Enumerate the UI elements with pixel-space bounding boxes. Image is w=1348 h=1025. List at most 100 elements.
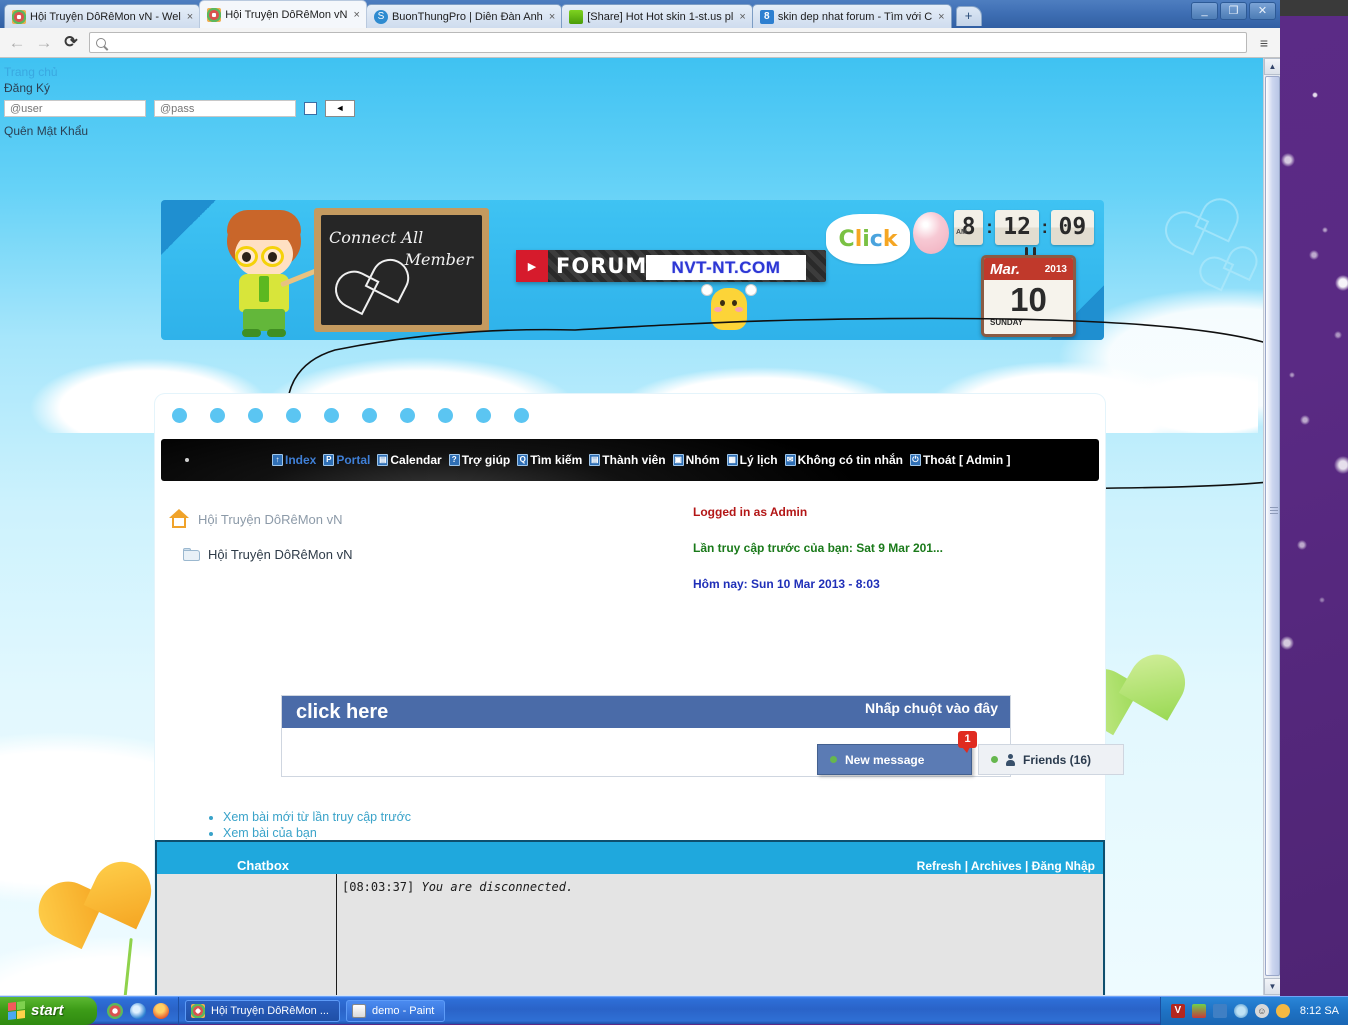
browser-tab-strip: Hội Truyện DôRêMon vN - Wel × Hội Truyện…	[0, 0, 1280, 28]
search-icon	[96, 38, 106, 48]
close-window-button[interactable]: ✕	[1249, 2, 1276, 20]
chatbox-links[interactable]: Refresh | Archives | Đăng Nhập	[917, 859, 1095, 873]
clock-separator: :	[1042, 217, 1048, 238]
chatbox-user-list	[157, 874, 337, 995]
windows-logo-icon	[8, 1001, 25, 1020]
taskbar-item-paint[interactable]: demo - Paint	[346, 1000, 445, 1022]
click-here-hint: Nhấp chuột vào đây	[865, 700, 998, 716]
remember-me-checkbox[interactable]	[304, 102, 317, 115]
today-status: Hôm nay: Sun 10 Mar 2013 - 8:03	[693, 577, 1013, 591]
home-link[interactable]: Trang chủ	[4, 64, 1258, 80]
list-item[interactable]: Xem bài của bạn	[223, 825, 411, 841]
new-tab-button[interactable]: +	[956, 6, 982, 26]
nav-item-profile[interactable]: ▦ Lý lịch	[727, 453, 778, 467]
close-tab-icon[interactable]: ×	[938, 11, 944, 23]
user-status-block: Logged in as Admin Lần truy cập trước củ…	[693, 505, 1013, 591]
smiley-icon[interactable]: ☺	[1255, 1004, 1269, 1018]
nav-item-members[interactable]: ▤ Thành viên	[589, 453, 665, 467]
decorative-dot	[438, 408, 453, 423]
nav-item-calendar[interactable]: ▤ Calendar	[377, 453, 441, 467]
forum-navigation-bar: ↑ Index P Portal ▤ Calendar ? Trợ giúp	[161, 439, 1099, 481]
scroll-up-arrow-icon[interactable]: ▲	[1264, 58, 1280, 75]
browser-tab[interactable]: [Share] Hot Hot skin 1-st.us pl ×	[561, 4, 753, 28]
profile-icon: ▦	[727, 454, 738, 466]
nav-item-logout[interactable]: ⏻ Thoát [ Admin ]	[910, 453, 1011, 467]
browser-tab-active[interactable]: Hội Truyện DôRêMon vN ×	[199, 0, 367, 28]
banner-inner: Connect All Member ▶ FORUM NVT-NT.COM	[161, 200, 1104, 340]
decorative-dot	[324, 408, 339, 423]
click-letter: i	[862, 227, 870, 252]
messenger-icon[interactable]	[1276, 1004, 1290, 1018]
outline-heart-decoration	[1211, 254, 1244, 287]
forgot-password-link[interactable]: Quên Mật Khẩu	[4, 123, 1258, 139]
chatbox-header: Chatbox Refresh | Archives | Đăng Nhập	[157, 842, 1103, 874]
taskbar-clock[interactable]: 8:12 SA	[1300, 1005, 1339, 1017]
nav-item-search[interactable]: Q Tìm kiếm	[517, 453, 582, 467]
nav-item-groups[interactable]: ▣ Nhóm	[673, 453, 720, 467]
start-button[interactable]: start	[0, 997, 97, 1025]
browser-tab[interactable]: 8 skin dep nhat forum - Tìm với C ×	[752, 4, 952, 28]
page-scrollbar[interactable]: ▲ ▼	[1263, 58, 1280, 995]
close-tab-icon[interactable]: ×	[354, 9, 360, 21]
browser-tab[interactable]: Hội Truyện DôRêMon vN - Wel ×	[4, 4, 200, 28]
address-bar[interactable]	[89, 32, 1247, 53]
scroll-down-arrow-icon[interactable]: ▼	[1264, 978, 1280, 995]
password-input[interactable]	[154, 100, 296, 117]
taskbar-item-label: demo - Paint	[372, 1005, 434, 1017]
clock-ampm: AM	[956, 229, 967, 236]
close-tab-icon[interactable]: ×	[739, 11, 745, 23]
nav-item-messages[interactable]: ✉ Không có tin nhắn	[785, 453, 903, 467]
window-controls: _ ❐ ✕	[1191, 2, 1276, 20]
register-link[interactable]: Đăng Ký	[4, 80, 1258, 96]
paint-tray-icon[interactable]	[1192, 1004, 1206, 1018]
status-dot-icon	[991, 756, 998, 763]
person-icon	[1006, 754, 1015, 766]
network-icon[interactable]	[1213, 1004, 1227, 1018]
decorative-dot	[476, 408, 491, 423]
nav-item-portal[interactable]: P Portal	[323, 453, 370, 467]
list-item[interactable]: Xem bài mới từ lần truy cập trước	[223, 809, 411, 825]
quick-link: Xem bài của bạn	[223, 826, 317, 840]
unikey-icon[interactable]: V	[1171, 1004, 1185, 1018]
username-input[interactable]	[4, 100, 146, 117]
heart-stem-decoration	[122, 938, 133, 995]
chalkboard-line1: Connect All	[329, 228, 423, 247]
home-icon	[169, 509, 189, 529]
nav-label: Tìm kiếm	[530, 453, 582, 467]
tab-title: BuonThungPro | Diễn Đàn Anh	[392, 11, 543, 23]
pink-balloon-decoration	[913, 212, 949, 254]
close-tab-icon[interactable]: ×	[187, 11, 193, 23]
browser-tab[interactable]: S BuonThungPro | Diễn Đàn Anh ×	[366, 4, 562, 28]
quick-link: Xem bài mới từ lần truy cập trước	[223, 810, 411, 824]
scrollbar-thumb[interactable]	[1265, 76, 1280, 976]
nav-item-index[interactable]: ↑ Index	[272, 453, 316, 467]
folder-icon	[183, 548, 200, 561]
nav-item-help[interactable]: ? Trợ giúp	[449, 453, 511, 467]
volume-icon[interactable]	[1234, 1004, 1248, 1018]
click-here-box: click here Nhấp chuột vào đây New messag…	[281, 695, 1011, 777]
new-message-label: New message	[845, 753, 924, 767]
desktop-top-strip	[1280, 0, 1348, 16]
internet-explorer-icon[interactable]	[130, 1003, 146, 1019]
friends-button[interactable]: Friends (16)	[978, 744, 1124, 775]
taskbar-item-browser[interactable]: Hội Truyện DôRêMon ...	[185, 1000, 340, 1022]
banner-corner-decoration	[161, 200, 216, 255]
green-heart-decoration	[1099, 667, 1168, 736]
login-strip: Trang chủ Đăng Ký ◄ Quên Mật Khẩu	[0, 58, 1258, 139]
yellow-heart-decoration	[62, 875, 136, 949]
decorative-dot	[172, 408, 187, 423]
maximize-button[interactable]: ❐	[1220, 2, 1247, 20]
reload-button[interactable]: ⟳	[62, 34, 80, 52]
back-button[interactable]: ←	[8, 34, 26, 52]
chatbox-message-area[interactable]: [08:03:37] You are disconnected.	[337, 874, 1103, 995]
breadcrumb-area: Hội Truyện DôRêMon vN Hội Truyện DôRêMon…	[169, 509, 1105, 599]
new-message-button[interactable]: New message 1	[817, 744, 972, 775]
wrench-menu-icon[interactable]: ≡	[1256, 35, 1272, 51]
chrome-icon[interactable]	[107, 1003, 123, 1019]
minimize-button[interactable]: _	[1191, 2, 1218, 20]
forward-button[interactable]: →	[35, 34, 53, 52]
close-tab-icon[interactable]: ×	[549, 11, 555, 23]
login-submit-button[interactable]: ◄	[325, 100, 355, 117]
yahoo-messenger-icon[interactable]	[153, 1003, 169, 1019]
decorative-dot	[210, 408, 225, 423]
